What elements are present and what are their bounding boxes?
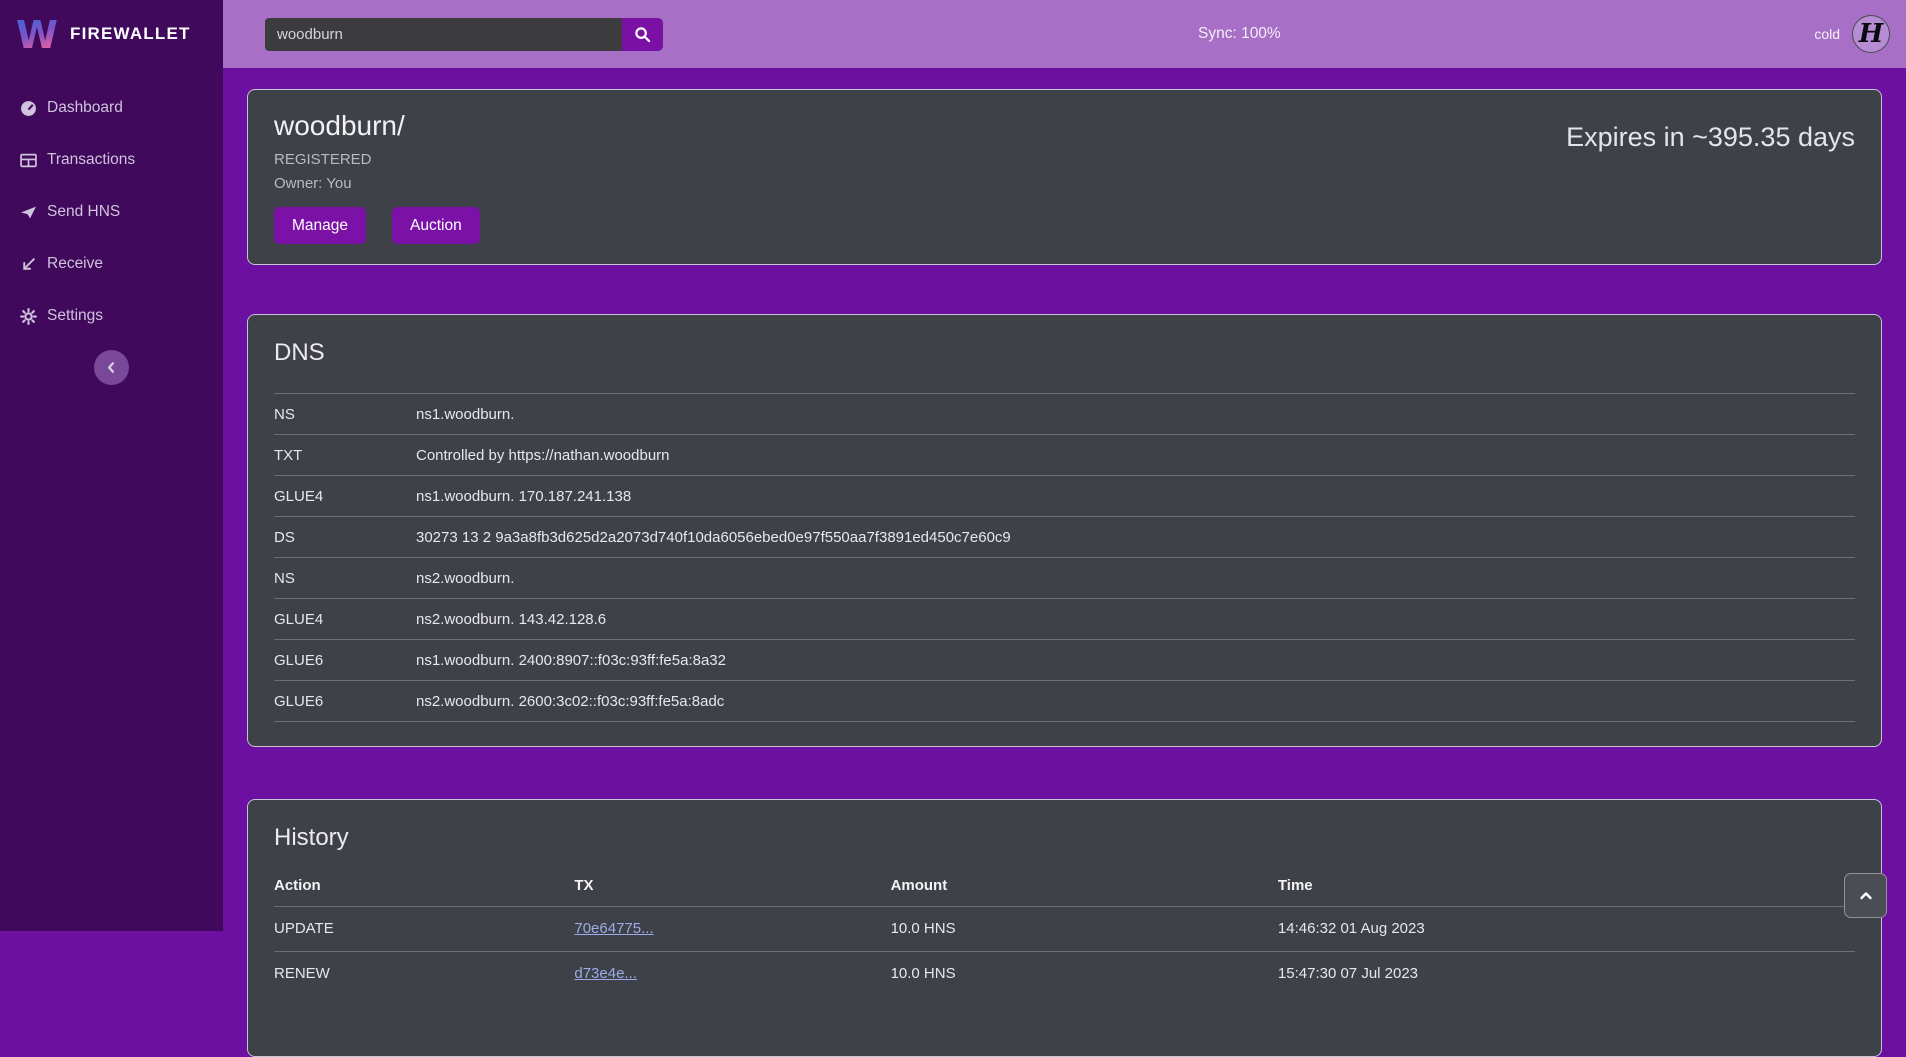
dns-table: NS ns1.woodburn. TXT Controlled by https… bbox=[274, 393, 1855, 722]
dns-card: DNS NS ns1.woodburn. TXT Controlled by h… bbox=[247, 314, 1882, 747]
history-time: 15:47:30 07 Jul 2023 bbox=[1278, 951, 1855, 996]
sidebar-item-label: Transactions bbox=[47, 151, 135, 169]
auction-button[interactable]: Auction bbox=[392, 207, 480, 244]
tx-link[interactable]: 70e64775... bbox=[574, 920, 653, 937]
sidebar-item-dashboard[interactable]: Dashboard bbox=[0, 82, 223, 134]
domain-owner: Owner: You bbox=[274, 175, 480, 192]
manage-button[interactable]: Manage bbox=[274, 207, 366, 244]
dns-record-row: NS ns2.woodburn. bbox=[274, 558, 1855, 599]
domain-status: REGISTERED bbox=[274, 151, 480, 168]
dns-record-row: TXT Controlled by https://nathan.woodbur… bbox=[274, 435, 1855, 476]
search-button[interactable] bbox=[622, 18, 663, 51]
table-icon bbox=[20, 152, 37, 169]
dns-record-value: 30273 13 2 9a3a8fb3d625d2a2073d740f10da6… bbox=[416, 517, 1855, 558]
sidebar-item-label: Send HNS bbox=[47, 203, 120, 221]
search-group bbox=[265, 18, 663, 51]
dns-record-type: GLUE6 bbox=[274, 640, 416, 681]
dns-record-value: ns1.woodburn. 2400:8907::f03c:93ff:fe5a:… bbox=[416, 640, 1855, 681]
sidebar-item-receive[interactable]: Receive bbox=[0, 238, 223, 290]
dns-record-row: GLUE6 ns2.woodburn. 2600:3c02::f03c:93ff… bbox=[274, 681, 1855, 722]
dns-record-type: GLUE6 bbox=[274, 681, 416, 722]
search-input[interactable] bbox=[265, 18, 622, 51]
dns-record-value: Controlled by https://nathan.woodburn bbox=[416, 435, 1855, 476]
main-content: woodburn/ REGISTERED Owner: You Manage A… bbox=[223, 68, 1906, 1057]
history-col-tx: TX bbox=[574, 866, 890, 906]
dns-title: DNS bbox=[274, 339, 1855, 367]
wallet-name: cold bbox=[1814, 26, 1840, 42]
history-time: 14:46:32 01 Aug 2023 bbox=[1278, 906, 1855, 951]
dns-record-type: GLUE4 bbox=[274, 599, 416, 640]
sidebar-item-send-hns[interactable]: Send HNS bbox=[0, 186, 223, 238]
history-amount: 10.0 HNS bbox=[891, 951, 1278, 996]
wallet-widget: cold H bbox=[1814, 15, 1890, 53]
dns-record-value: ns2.woodburn. bbox=[416, 558, 1855, 599]
dns-record-value: ns2.woodburn. 143.42.128.6 bbox=[416, 599, 1855, 640]
history-action: RENEW bbox=[274, 951, 574, 996]
chevron-left-icon bbox=[104, 360, 119, 375]
sidebar-collapse-button[interactable] bbox=[94, 350, 129, 385]
history-card: History Action TX Amount Time UPDATE 70e… bbox=[247, 799, 1882, 1057]
firewallet-logo-icon: W bbox=[16, 10, 58, 58]
dns-record-value: ns1.woodburn. 170.187.241.138 bbox=[416, 476, 1855, 517]
domain-title: woodburn/ bbox=[274, 110, 480, 142]
tx-link[interactable]: d73e4e... bbox=[574, 965, 637, 982]
sidebar-item-label: Settings bbox=[47, 307, 103, 325]
history-row: RENEW d73e4e... 10.0 HNS 15:47:30 07 Jul… bbox=[274, 951, 1855, 996]
history-title: History bbox=[274, 824, 1855, 852]
dns-record-type: NS bbox=[274, 558, 416, 599]
domain-actions: Manage Auction bbox=[274, 207, 480, 244]
domain-info: woodburn/ REGISTERED Owner: You Manage A… bbox=[274, 110, 480, 244]
handshake-logo-icon[interactable]: H bbox=[1852, 15, 1890, 53]
brand-name: FIREWALLET bbox=[70, 24, 191, 44]
sidebar-nav: Dashboard Transactions Send HNS bbox=[0, 82, 223, 342]
dns-record-row: DS 30273 13 2 9a3a8fb3d625d2a2073d740f10… bbox=[274, 517, 1855, 558]
domain-card: woodburn/ REGISTERED Owner: You Manage A… bbox=[247, 89, 1882, 265]
dns-record-type: GLUE4 bbox=[274, 476, 416, 517]
dns-record-value: ns2.woodburn. 2600:3c02::f03c:93ff:fe5a:… bbox=[416, 681, 1855, 722]
history-amount: 10.0 HNS bbox=[891, 906, 1278, 951]
dns-record-row: GLUE4 ns2.woodburn. 143.42.128.6 bbox=[274, 599, 1855, 640]
history-col-amount: Amount bbox=[891, 866, 1278, 906]
history-action: UPDATE bbox=[274, 906, 574, 951]
dns-record-row: GLUE6 ns1.woodburn. 2400:8907::f03c:93ff… bbox=[274, 640, 1855, 681]
dns-record-type: NS bbox=[274, 394, 416, 435]
dns-record-row: NS ns1.woodburn. bbox=[274, 394, 1855, 435]
history-col-action: Action bbox=[274, 866, 574, 906]
sidebar-item-label: Receive bbox=[47, 255, 103, 273]
search-icon bbox=[634, 26, 651, 43]
dns-record-value: ns1.woodburn. bbox=[416, 394, 1855, 435]
dns-record-type: DS bbox=[274, 517, 416, 558]
sidebar-item-transactions[interactable]: Transactions bbox=[0, 134, 223, 186]
gear-icon bbox=[20, 308, 37, 325]
speedometer-icon bbox=[20, 100, 37, 117]
dns-record-row: GLUE4 ns1.woodburn. 170.187.241.138 bbox=[274, 476, 1855, 517]
sidebar: W FIREWALLET Dashboard Transact bbox=[0, 0, 223, 931]
history-header-row: Action TX Amount Time bbox=[274, 866, 1855, 906]
brand-header[interactable]: W FIREWALLET bbox=[0, 0, 223, 68]
sidebar-item-label: Dashboard bbox=[47, 99, 123, 117]
svg-text:W: W bbox=[16, 13, 58, 57]
receive-arrow-icon bbox=[20, 256, 37, 273]
history-table: Action TX Amount Time UPDATE 70e64775...… bbox=[274, 866, 1855, 996]
topbar: Sync: 100% cold H bbox=[223, 0, 1906, 68]
scroll-to-top-button[interactable] bbox=[1844, 873, 1887, 918]
chevron-up-icon bbox=[1858, 888, 1874, 904]
sync-status: Sync: 100% bbox=[1198, 25, 1281, 43]
expires-label: Expires in ~395.35 days bbox=[1566, 122, 1855, 244]
history-col-time: Time bbox=[1278, 866, 1855, 906]
sidebar-item-settings[interactable]: Settings bbox=[0, 290, 223, 342]
send-icon bbox=[20, 204, 37, 221]
dns-record-type: TXT bbox=[274, 435, 416, 476]
history-row: UPDATE 70e64775... 10.0 HNS 14:46:32 01 … bbox=[274, 906, 1855, 951]
